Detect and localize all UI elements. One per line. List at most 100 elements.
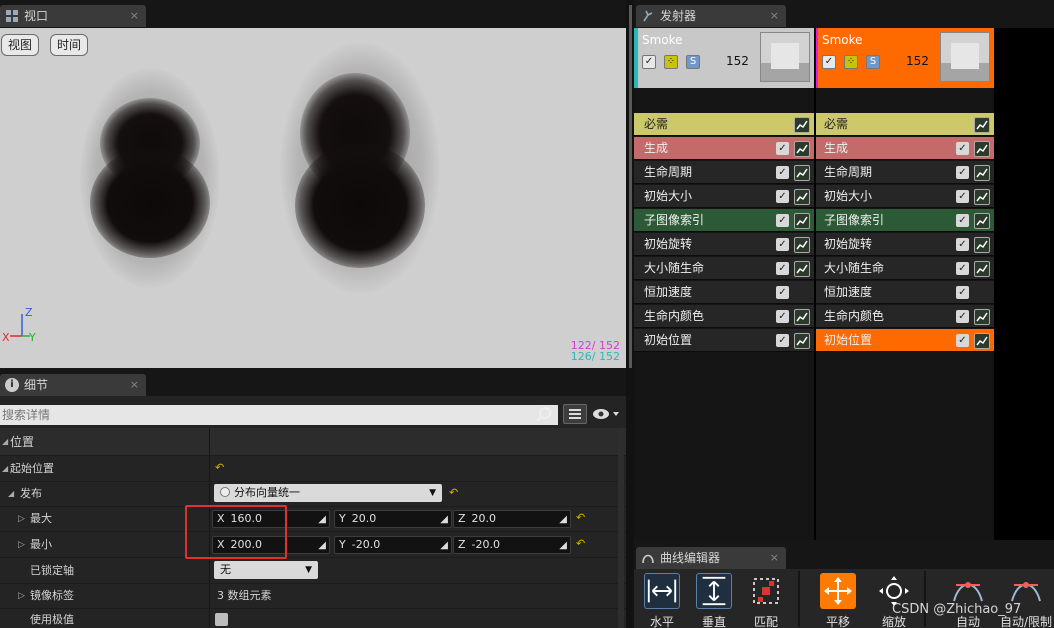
- pan-button[interactable]: 平移: [816, 573, 860, 628]
- module-enable-checkbox[interactable]: ✓: [776, 166, 789, 179]
- zoom-button[interactable]: 缩放: [872, 573, 916, 628]
- module-enable-checkbox[interactable]: ✓: [956, 262, 969, 275]
- module-row[interactable]: 初始旋转 ✓: [814, 233, 994, 256]
- locked-axis-dropdown[interactable]: 无 ▼: [214, 561, 318, 579]
- tab-details[interactable]: i 细节 ×: [0, 374, 146, 396]
- module-enable-checkbox[interactable]: ✓: [776, 238, 789, 251]
- property-start-location[interactable]: ◢ 起始位置 ↶: [0, 456, 626, 482]
- reset-icon[interactable]: ↶: [449, 486, 458, 499]
- viewport-scrollbar[interactable]: [629, 5, 632, 368]
- reset-icon[interactable]: ↶: [576, 511, 585, 524]
- time-button[interactable]: 时间: [50, 34, 89, 56]
- module-row[interactable]: 生成 ✓: [814, 137, 994, 160]
- module-enable-checkbox[interactable]: ✓: [956, 334, 969, 347]
- section-header-location[interactable]: ◢ 位置: [0, 428, 626, 456]
- module-row[interactable]: 生命内颜色 ✓: [814, 305, 994, 328]
- property-mirror-flags[interactable]: ▷ 镜像标签 3 数组元素: [0, 583, 626, 609]
- eye-icon[interactable]: [592, 408, 620, 420]
- close-icon[interactable]: ×: [130, 5, 139, 27]
- property-distribution[interactable]: ◢ 发布 分布向量统一 ▼ ↶: [0, 481, 626, 507]
- view-button[interactable]: 视图: [1, 34, 40, 56]
- curve-graph-icon[interactable]: [794, 261, 810, 277]
- curve-graph-icon[interactable]: [794, 165, 810, 181]
- emitter-column-1[interactable]: Smoke ✓ ⁘ S 152 必需 生成 ✓ 生命周期 ✓ 初始大小 ✓ 子图像索引 ✓ 初始旋…: [634, 28, 814, 540]
- emitter-particles-icon[interactable]: ⁘: [844, 55, 858, 69]
- reset-icon[interactable]: ↶: [215, 461, 224, 474]
- module-enable-checkbox[interactable]: ✓: [776, 262, 789, 275]
- module-row[interactable]: 生命周期 ✓: [634, 161, 814, 184]
- viewport-canvas[interactable]: 视图 时间 Z X Y 122/ 152 126/ 152: [0, 28, 626, 368]
- curve-graph-icon[interactable]: [974, 309, 990, 325]
- tab-curve-editor[interactable]: 曲线编辑器 ×: [636, 547, 786, 569]
- property-locked-axis[interactable]: 已锁定轴 无 ▼: [0, 558, 626, 584]
- details-scrollbar[interactable]: [618, 428, 624, 628]
- module-enable-checkbox[interactable]: ✓: [956, 310, 969, 323]
- module-row[interactable]: 必需: [634, 113, 814, 136]
- curve-graph-icon[interactable]: [794, 237, 810, 253]
- module-row[interactable]: 大小随生命 ✓: [634, 257, 814, 280]
- emitter-enable-checkbox[interactable]: ✓: [642, 55, 656, 69]
- module-row[interactable]: 初始大小 ✓: [634, 185, 814, 208]
- emitter-solo-icon[interactable]: S: [866, 55, 880, 69]
- curve-graph-icon[interactable]: [794, 333, 810, 349]
- module-enable-checkbox[interactable]: ✓: [776, 286, 789, 299]
- module-enable-checkbox[interactable]: ✓: [776, 334, 789, 347]
- curve-graph-icon[interactable]: [794, 189, 810, 205]
- module-enable-checkbox[interactable]: ✓: [956, 286, 969, 299]
- curve-graph-icon[interactable]: [974, 261, 990, 277]
- max-z-field[interactable]: Z 20.0 ◢: [453, 510, 571, 528]
- search-icon[interactable]: [536, 406, 552, 422]
- min-z-field[interactable]: Z -20.0 ◢: [453, 536, 571, 554]
- emitter-enable-checkbox[interactable]: ✓: [822, 55, 836, 69]
- curve-graph-icon[interactable]: [974, 141, 990, 157]
- emitter-header[interactable]: Smoke ✓ ⁘ S 152: [634, 28, 814, 88]
- curve-graph-icon[interactable]: [974, 189, 990, 205]
- module-enable-checkbox[interactable]: ✓: [956, 238, 969, 251]
- module-row[interactable]: 必需: [814, 113, 994, 136]
- property-matrix-button[interactable]: [563, 404, 587, 424]
- module-row[interactable]: 初始位置 ✓: [634, 329, 814, 352]
- tab-emitters[interactable]: 发射器 ×: [636, 5, 786, 27]
- use-extremes-checkbox[interactable]: [215, 613, 228, 626]
- property-use-extremes[interactable]: 使用极值: [0, 607, 626, 628]
- module-enable-checkbox[interactable]: ✓: [776, 142, 789, 155]
- emitter-header[interactable]: Smoke ✓ ⁘ S 152: [814, 28, 994, 88]
- curve-graph-icon[interactable]: [974, 165, 990, 181]
- tab-viewport[interactable]: 视口 ×: [0, 5, 146, 27]
- emitter-solo-icon[interactable]: S: [686, 55, 700, 69]
- module-row[interactable]: 大小随生命 ✓: [814, 257, 994, 280]
- auto-tangent-button[interactable]: 自动: [946, 573, 990, 628]
- curve-graph-icon[interactable]: [794, 141, 810, 157]
- min-y-field[interactable]: Y -20.0 ◢: [334, 536, 452, 554]
- reset-icon[interactable]: ↶: [576, 537, 585, 550]
- close-icon[interactable]: ×: [770, 5, 779, 27]
- module-row[interactable]: 初始位置 ✓: [814, 329, 994, 352]
- module-enable-checkbox[interactable]: ✓: [776, 214, 789, 227]
- curve-graph-icon[interactable]: [974, 117, 990, 133]
- module-row[interactable]: 生命内颜色 ✓: [634, 305, 814, 328]
- module-enable-checkbox[interactable]: ✓: [956, 214, 969, 227]
- module-enable-checkbox[interactable]: ✓: [776, 310, 789, 323]
- emitter-particles-icon[interactable]: ⁘: [664, 55, 678, 69]
- module-row[interactable]: 恒加速度 ✓: [814, 281, 994, 304]
- curve-graph-icon[interactable]: [974, 237, 990, 253]
- module-row[interactable]: 子图像索引 ✓: [634, 209, 814, 232]
- module-row[interactable]: 恒加速度 ✓: [634, 281, 814, 304]
- distribution-dropdown[interactable]: 分布向量统一 ▼: [214, 484, 442, 502]
- emitter-column-2[interactable]: Smoke ✓ ⁘ S 152 必需 生成 ✓ 生命周期 ✓ 初始大小 ✓ 子图像索引 ✓ 初始旋…: [814, 28, 994, 540]
- module-row[interactable]: 生命周期 ✓: [814, 161, 994, 184]
- curve-graph-icon[interactable]: [794, 117, 810, 133]
- curve-graph-icon[interactable]: [794, 309, 810, 325]
- curve-graph-icon[interactable]: [974, 213, 990, 229]
- close-icon[interactable]: ×: [130, 374, 139, 396]
- close-icon[interactable]: ×: [770, 547, 779, 569]
- curve-graph-icon[interactable]: [974, 333, 990, 349]
- module-row[interactable]: 生成 ✓: [634, 137, 814, 160]
- max-y-field[interactable]: Y 20.0 ◢: [334, 510, 452, 528]
- fit-horizontal-button[interactable]: 水平: [640, 573, 684, 628]
- module-enable-checkbox[interactable]: ✓: [956, 142, 969, 155]
- module-enable-checkbox[interactable]: ✓: [956, 190, 969, 203]
- module-enable-checkbox[interactable]: ✓: [776, 190, 789, 203]
- fit-selected-button[interactable]: 匹配: [744, 573, 788, 628]
- auto-clamped-button[interactable]: 自动/限制: [1000, 573, 1052, 628]
